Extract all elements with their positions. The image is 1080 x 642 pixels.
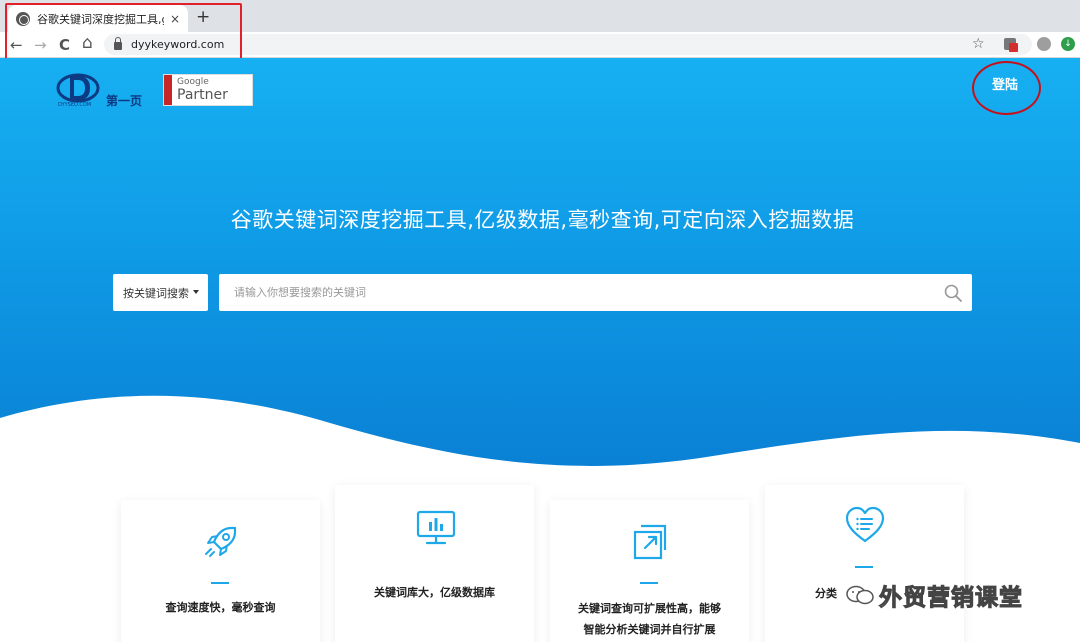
hero-section: DYYSEO.COM 第一页 Google Partner 登陆 谷歌关键词深度… — [0, 58, 1080, 478]
browser-toolbar: ← → C ⌂ dyykeyword.com ☆ ↓ — [0, 32, 1080, 58]
feature-text-expand-line1: 关键词查询可扩展性高，能够 — [578, 602, 721, 615]
browser-tabstrip: 谷歌关键词深度挖掘工具,googl × + — [0, 0, 1080, 32]
heart-list-icon — [845, 506, 885, 543]
extension-icon[interactable] — [1004, 38, 1018, 52]
expand-icon — [633, 524, 667, 560]
lock-icon — [114, 37, 122, 50]
feature-card-speed: 查询速度快，毫秒查询 — [121, 500, 320, 642]
google-partner-badge: Google Partner — [163, 74, 253, 106]
reload-icon[interactable]: C — [59, 35, 70, 55]
search-input[interactable] — [219, 274, 972, 311]
url-text: dyykeyword.com — [131, 38, 225, 51]
feature-card-category: 分类 — [765, 485, 964, 642]
browser-tab[interactable]: 谷歌关键词深度挖掘工具,googl × — [8, 5, 188, 32]
logo-text: 第一页 — [106, 94, 143, 108]
logo-domain: DYYSEO.COM — [58, 102, 92, 108]
address-bar[interactable]: dyykeyword.com — [104, 34, 1032, 55]
caret-down-icon — [193, 290, 199, 294]
star-icon[interactable]: ☆ — [972, 36, 985, 52]
card-divider — [640, 582, 658, 584]
extension-badge — [1009, 43, 1018, 52]
tab-close-icon[interactable]: × — [170, 12, 180, 26]
feature-text-database: 关键词库大，亿级数据库 — [374, 586, 495, 599]
logo-mark-icon — [56, 73, 100, 103]
forward-icon[interactable]: → — [34, 35, 47, 55]
tab-title: 谷歌关键词深度挖掘工具,googl — [37, 12, 164, 26]
wechat-icon — [846, 585, 874, 605]
partner-red-bar — [164, 75, 172, 105]
feature-card-expand: 关键词查询可扩展性高，能够 智能分析关键词并自行扩展 — [550, 500, 749, 642]
card-divider — [211, 582, 229, 584]
search-mode-select[interactable]: 按关键词搜索 — [113, 274, 208, 311]
login-button[interactable]: 登陆 — [992, 74, 1018, 93]
watermark: 外贸营销课堂 — [845, 578, 1023, 612]
download-extension-icon[interactable]: ↓ — [1061, 37, 1075, 51]
hero-title: 谷歌关键词深度挖掘工具,亿级数据,毫秒查询,可定向深入挖掘数据 — [230, 208, 855, 232]
site-logo[interactable]: DYYSEO.COM 第一页 — [56, 70, 146, 110]
new-tab-icon[interactable]: + — [196, 7, 210, 27]
feature-text-speed: 查询速度快，毫秒查询 — [165, 601, 276, 614]
partner-label: Partner — [177, 87, 228, 103]
search-mode-label: 按关键词搜索 — [123, 286, 189, 300]
back-icon[interactable]: ← — [10, 35, 23, 55]
partner-google-label: Google — [177, 77, 209, 87]
globe-icon — [16, 11, 30, 26]
watermark-text: 外贸营销课堂 — [879, 585, 1023, 612]
search-icon[interactable] — [944, 284, 962, 302]
chart-monitor-icon — [416, 510, 456, 545]
feature-card-database: 关键词库大，亿级数据库 — [335, 485, 534, 642]
hero-wave — [0, 395, 1080, 478]
card-divider — [855, 566, 873, 568]
feature-text-expand-line2: 智能分析关键词并自行扩展 — [583, 623, 716, 636]
profile-avatar[interactable] — [1037, 37, 1051, 51]
rocket-icon — [205, 526, 237, 557]
home-icon[interactable]: ⌂ — [82, 33, 93, 53]
